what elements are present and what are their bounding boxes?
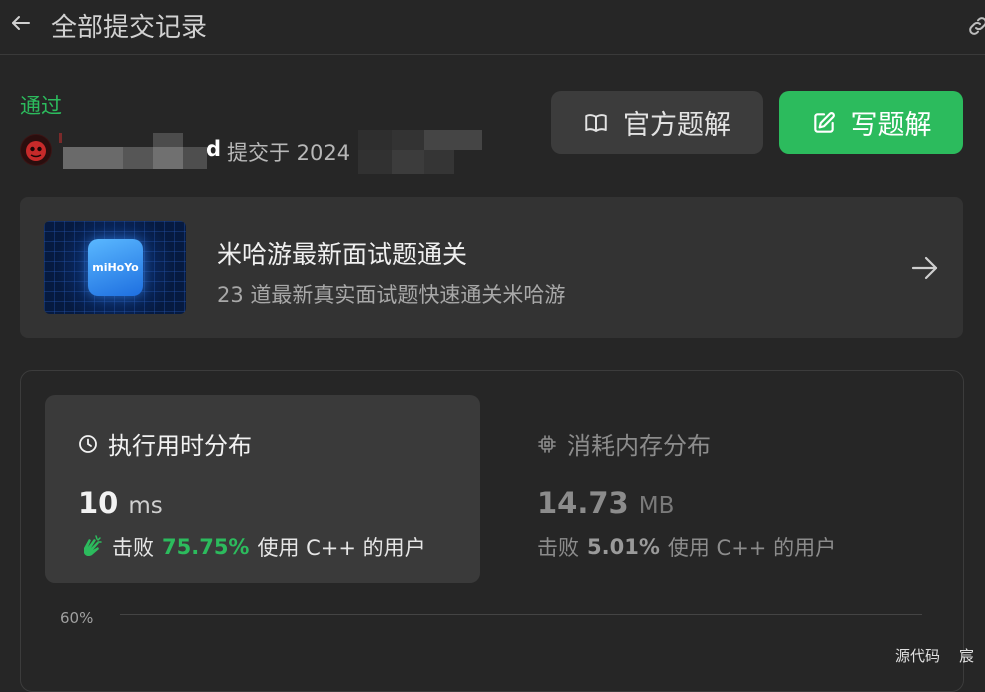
chip-icon [538, 434, 556, 453]
source-code-link[interactable]: 源代码 [895, 645, 940, 666]
edit-icon [813, 111, 835, 133]
avatar[interactable] [20, 134, 52, 166]
runtime-label: 执行用时分布 [108, 432, 252, 460]
promo-title: 米哈游最新面试题通关 [217, 240, 468, 269]
chart-gridline [120, 614, 922, 615]
book-icon [585, 113, 607, 132]
runtime-beats-suffix: 使用 C++ 的用户 [257, 536, 426, 560]
runtime-number: 10 [78, 486, 119, 520]
page-title: 全部提交记录 [51, 13, 208, 43]
promo-thumbnail: miHoYo [44, 221, 186, 314]
memory-beats-prefix: 击败 [537, 536, 579, 560]
submitted-time: 提交于 2024 [227, 141, 351, 165]
arrow-right-icon [910, 255, 940, 281]
official-solution-button[interactable]: 官方题解 [551, 91, 763, 154]
memory-beats-percent: 5.01% [587, 535, 660, 559]
memory-header[interactable]: 消耗内存分布 [537, 426, 711, 461]
link-icon[interactable] [966, 14, 985, 38]
redacted-username [59, 133, 209, 171]
memory-unit: MB [638, 493, 675, 519]
submission-status: 通过 [20, 94, 62, 118]
runtime-beats-percent: 75.75% [162, 535, 250, 559]
official-solution-label: 官方题解 [623, 110, 731, 141]
runtime-header: 执行用时分布 [78, 426, 252, 461]
runtime-beats-prefix: 击败 [112, 536, 154, 560]
memory-label: 消耗内存分布 [567, 432, 711, 460]
memory-number: 14.73 [537, 486, 629, 520]
runtime-value: 10 ms [78, 486, 163, 520]
runtime-unit: ms [128, 493, 163, 519]
back-arrow-icon[interactable] [9, 11, 33, 35]
memory-value: 14.73 MB [537, 486, 674, 520]
chart-y-tick: 60% [60, 609, 94, 627]
top-bar: 全部提交记录 [0, 0, 985, 55]
promo-card[interactable]: miHoYo 米哈游最新面试题通关 23 道最新真实面试题快速通关米哈游 [20, 197, 963, 338]
memory-beats-suffix: 使用 C++ 的用户 [667, 536, 837, 560]
promo-subtitle: 23 道最新真实面试题快速通关米哈游 [217, 283, 566, 307]
mihoyo-logo: miHoYo [88, 239, 143, 296]
clock-icon [79, 434, 97, 453]
memory-beats: 击败 5.01% 使用 C++ 的用户 [537, 532, 836, 562]
submitter-name[interactable]: d [206, 137, 221, 161]
write-solution-button[interactable]: 写题解 [779, 91, 963, 154]
write-solution-label: 写题解 [850, 110, 932, 141]
runtime-beats: 击败 75.75% 使用 C++ 的用户 [78, 532, 426, 562]
footer-extra-text: 宸 [959, 647, 975, 665]
redacted-date [358, 130, 484, 174]
clap-icon [84, 535, 102, 557]
